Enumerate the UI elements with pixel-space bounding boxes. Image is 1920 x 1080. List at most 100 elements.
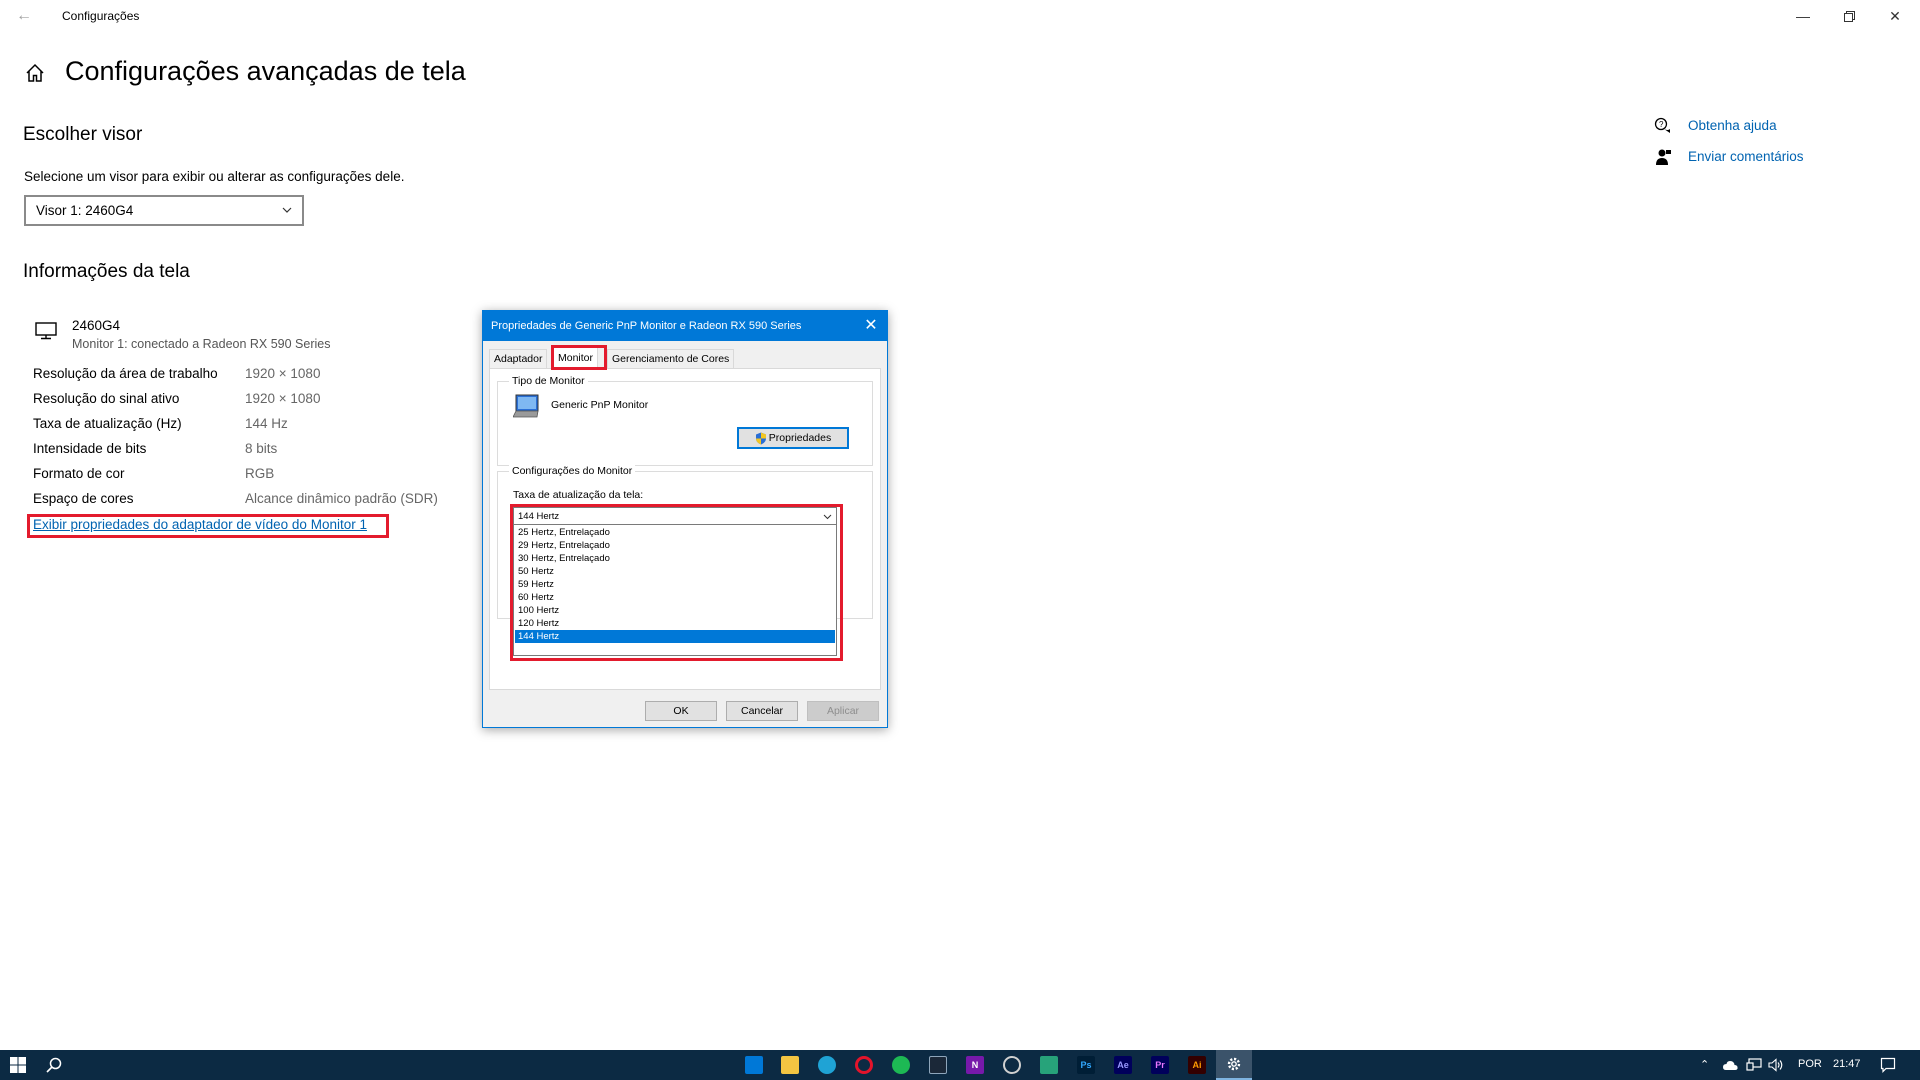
adapter-properties-link[interactable]: Exibir propriedades do adaptador de víde… (33, 517, 367, 532)
search-button[interactable] (36, 1050, 72, 1080)
volume-icon[interactable] (1768, 1058, 1784, 1072)
info-value: 144 Hz (245, 416, 288, 431)
taskbar-photoshop[interactable]: Ps (1068, 1050, 1104, 1080)
tray-chevron-up-icon[interactable]: ⌃ (1700, 1058, 1709, 1071)
notifications-icon[interactable] (1880, 1057, 1896, 1073)
dialog-close-button[interactable]: ✕ (861, 316, 881, 336)
info-row: Intensidade de bits 8 bits (33, 441, 453, 461)
taskbar-onenote[interactable]: N (957, 1050, 993, 1080)
taskbar-spotify[interactable] (883, 1050, 919, 1080)
info-label: Intensidade de bits (33, 441, 147, 456)
app-title: Configurações (62, 9, 140, 23)
info-value: Alcance dinâmico padrão (SDR) (245, 491, 438, 506)
monitor-settings-group-label: Configurações do Monitor (509, 465, 636, 477)
ok-button[interactable]: OK (645, 701, 717, 721)
monitor-icon (35, 322, 57, 340)
taskbar-file-explorer[interactable] (772, 1050, 808, 1080)
display-dropdown-value: Visor 1: 2460G4 (36, 203, 134, 218)
taskbar-premiere[interactable]: Pr (1142, 1050, 1178, 1080)
photoshop-icon: Ps (1077, 1056, 1095, 1074)
greenshot-icon (1040, 1056, 1058, 1074)
display-info-heading: Informações da tela (23, 261, 190, 282)
taskbar-settings[interactable] (1216, 1050, 1252, 1080)
taskbar-edge[interactable] (809, 1050, 845, 1080)
dialog-titlebar: Propriedades de Generic PnP Monitor e Ra… (483, 311, 887, 341)
help-chat-icon: ? (1654, 117, 1670, 133)
highlight-box (551, 345, 607, 370)
info-row: Resolução do sinal ativo 1920 × 1080 (33, 391, 453, 411)
properties-button-label: Propriedades (768, 432, 832, 444)
taskbar-greenshot[interactable] (1031, 1050, 1067, 1080)
folder-icon (781, 1056, 799, 1074)
network-icon[interactable] (1746, 1058, 1762, 1072)
store-icon (745, 1056, 763, 1074)
opera-icon (855, 1056, 873, 1074)
monitor-name: 2460G4 (72, 318, 121, 333)
info-label: Espaço de cores (33, 491, 134, 506)
dialog-title: Propriedades de Generic PnP Monitor e Ra… (491, 320, 802, 332)
taskbar-opera[interactable] (846, 1050, 882, 1080)
onedrive-cloud-icon[interactable] (1722, 1059, 1738, 1071)
feedback-icon (1656, 149, 1671, 165)
info-value: 8 bits (245, 441, 278, 456)
info-label: Resolução da área de trabalho (33, 366, 218, 381)
restore-icon (1843, 10, 1855, 22)
search-icon (46, 1057, 62, 1073)
onenote-icon: N (966, 1056, 984, 1074)
gear-icon (1227, 1057, 1241, 1071)
chevron-down-icon (282, 207, 292, 213)
info-value: RGB (245, 466, 275, 481)
info-row: Espaço de cores Alcance dinâmico padrão … (33, 491, 453, 511)
tab-adapter[interactable]: Adaptador (489, 349, 548, 368)
after-effects-icon: Ae (1114, 1056, 1132, 1074)
clock-time[interactable]: 21:47 (1833, 1058, 1861, 1070)
uac-shield-icon (755, 432, 766, 444)
choose-display-heading: Escolher visor (23, 124, 143, 145)
home-icon[interactable] (24, 62, 46, 84)
monitor-type-group (497, 381, 873, 466)
taskbar-steam[interactable] (920, 1050, 956, 1080)
info-row: Resolução da área de trabalho 1920 × 108… (33, 366, 453, 386)
language-indicator[interactable]: POR (1798, 1058, 1822, 1070)
start-button[interactable] (0, 1050, 36, 1080)
clock-icon (1003, 1056, 1021, 1074)
monitor-type-group-label: Tipo de Monitor (509, 375, 588, 387)
spotify-icon (892, 1056, 910, 1074)
info-label: Resolução do sinal ativo (33, 391, 180, 406)
tab-color-management[interactable]: Gerenciamento de Cores (607, 349, 735, 368)
premiere-icon: Pr (1151, 1056, 1169, 1074)
choose-display-description: Selecione um visor para exibir ou altera… (24, 169, 405, 184)
page-title: Configurações avançadas de tela (65, 56, 466, 86)
refresh-rate-label: Taxa de atualização da tela: (513, 489, 644, 501)
taskbar-clock-app[interactable] (994, 1050, 1030, 1080)
monitor-type-name: Generic PnP Monitor (551, 399, 649, 411)
back-arrow-icon[interactable]: ← (14, 6, 34, 26)
properties-button[interactable]: Propriedades (737, 427, 849, 449)
monitor-device-icon (513, 394, 539, 418)
svg-text:?: ? (1659, 120, 1664, 129)
info-row: Taxa de atualização (Hz) 144 Hz (33, 416, 453, 436)
taskbar-after-effects[interactable]: Ae (1105, 1050, 1141, 1080)
close-button[interactable]: ✕ (1872, 0, 1918, 32)
illustrator-icon: Ai (1188, 1056, 1206, 1074)
info-value: 1920 × 1080 (245, 366, 321, 381)
edge-icon (818, 1056, 836, 1074)
taskbar-store[interactable] (736, 1050, 772, 1080)
display-dropdown[interactable]: Visor 1: 2460G4 (24, 195, 304, 226)
info-row: Formato de cor RGB (33, 466, 453, 486)
highlight-box (510, 504, 843, 661)
window-titlebar: ← Configurações — ✕ (0, 0, 1920, 32)
cancel-button[interactable]: Cancelar (726, 701, 798, 721)
send-feedback-link[interactable]: Enviar comentários (1688, 149, 1804, 164)
apply-button[interactable]: Aplicar (807, 701, 879, 721)
info-value: 1920 × 1080 (245, 391, 321, 406)
steam-icon (929, 1056, 947, 1074)
restore-button[interactable] (1826, 0, 1872, 32)
monitor-connection-info: Monitor 1: conectado a Radeon RX 590 Ser… (72, 337, 331, 351)
info-label: Formato de cor (33, 466, 125, 481)
minimize-button[interactable]: — (1780, 0, 1826, 32)
taskbar-illustrator[interactable]: Ai (1179, 1050, 1215, 1080)
get-help-link[interactable]: Obtenha ajuda (1688, 118, 1777, 133)
properties-dialog: Propriedades de Generic PnP Monitor e Ra… (482, 310, 888, 728)
windows-logo-icon (10, 1057, 26, 1073)
